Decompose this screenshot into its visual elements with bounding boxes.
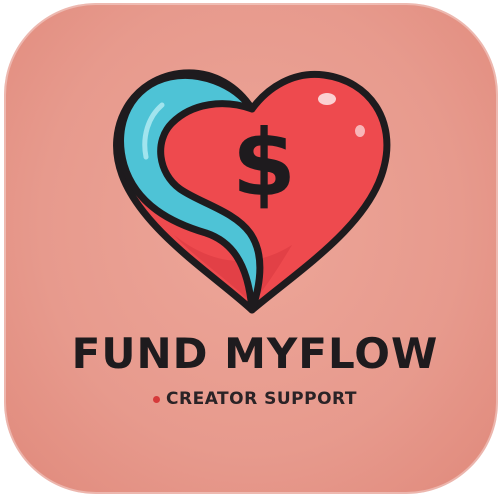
tagline: CREATOR SUPPORT (166, 389, 357, 409)
heart-logo-icon: $ (113, 69, 391, 314)
dollar-sign-icon: $ (232, 110, 296, 217)
bullet-dot-icon (153, 395, 161, 403)
app-icon-tile: $ FUND MYFLOW CREATOR SUPPORT (4, 3, 498, 494)
brand-name: FUND MYFLOW (71, 329, 439, 378)
tagline-row: CREATOR SUPPORT (4, 389, 498, 409)
